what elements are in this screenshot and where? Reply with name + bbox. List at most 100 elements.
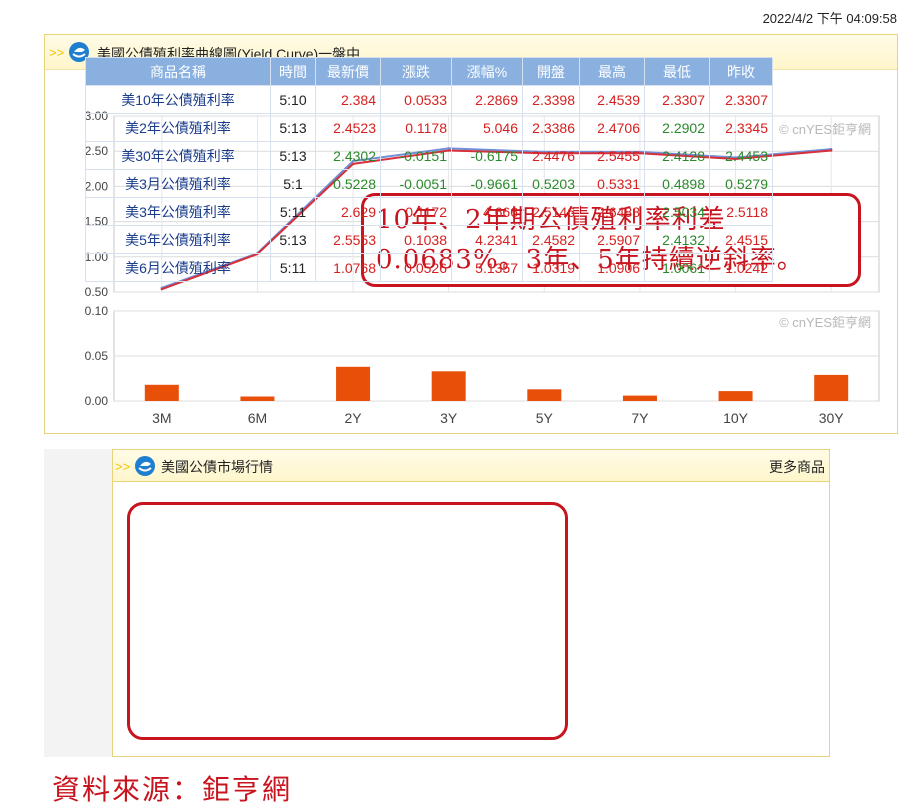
x-tick-label: 7Y bbox=[631, 410, 649, 426]
open-cell: 2.3398 bbox=[522, 85, 580, 114]
time-cell: 5:11 bbox=[270, 197, 316, 226]
table-row[interactable]: 美6月公債殖利率 5:11 1.0768 0.0526 5.1357 1.0319 1.09… bbox=[85, 253, 773, 282]
chg-cell: 0.1178 bbox=[380, 113, 452, 142]
x-tick-label: 30Y bbox=[819, 410, 845, 426]
low-cell: 2.5034 bbox=[644, 197, 710, 226]
table-row[interactable]: 美3年公債殖利率 5:11 2.629 0.1172 4.666 2.5146 2.6488… bbox=[85, 197, 773, 226]
time-cell: 5:13 bbox=[270, 113, 316, 142]
table-row[interactable]: 美10年公債殖利率 5:10 2.384 0.0533 2.2869 2.3398 2.45… bbox=[85, 85, 773, 114]
time-cell: 5:13 bbox=[270, 225, 316, 254]
open-cell: 1.0319 bbox=[522, 253, 580, 282]
more-products-link[interactable]: 更多商品 bbox=[769, 457, 825, 477]
low-cell: 2.3307 bbox=[644, 85, 710, 114]
market-panel-header: >> 美國公債市場行情 更多商品 bbox=[112, 449, 830, 482]
chart-watermark: © cnYES鉅亨網 bbox=[779, 315, 871, 330]
instrument-link[interactable]: 美30年公債殖利率 bbox=[85, 141, 271, 170]
instrument-link[interactable]: 美6月公債殖利率 bbox=[85, 253, 271, 282]
high-cell: 2.4539 bbox=[579, 85, 645, 114]
svg-text:>>: >> bbox=[49, 45, 64, 60]
chg-cell: -0.0151 bbox=[380, 141, 452, 170]
open-cell: 2.3386 bbox=[522, 113, 580, 142]
price-cell: 1.0768 bbox=[315, 253, 381, 282]
price-cell: 0.5228 bbox=[315, 169, 381, 198]
time-cell: 5:11 bbox=[270, 253, 316, 282]
price-cell: 2.4302 bbox=[315, 141, 381, 170]
price-cell: 2.4523 bbox=[315, 113, 381, 142]
yield-point bbox=[829, 149, 833, 152]
spread-bar bbox=[718, 391, 753, 401]
instrument-link[interactable]: 美5年公債殖利率 bbox=[85, 225, 271, 254]
prev-cell: 0.5279 bbox=[709, 169, 773, 198]
high-cell: 2.5907 bbox=[579, 225, 645, 254]
price-cell: 2.629 bbox=[315, 197, 381, 226]
low-cell: 2.4132 bbox=[644, 225, 710, 254]
chg-cell: -0.0051 bbox=[380, 169, 452, 198]
prev-cell: 1.0242 bbox=[709, 253, 773, 282]
table-row[interactable]: 美3月公債殖利率 5:1 0.5228 -0.0051 -0.9661 0.5203 0.5… bbox=[85, 169, 773, 198]
column-header: 商品名稱 bbox=[85, 57, 271, 86]
time-cell: 5:10 bbox=[270, 85, 316, 114]
instrument-link[interactable]: 美10年公債殖利率 bbox=[85, 85, 271, 114]
pct-cell: 5.1357 bbox=[451, 253, 523, 282]
prev-cell: 2.4453 bbox=[709, 141, 773, 170]
chg-cell: 0.0526 bbox=[380, 253, 452, 282]
spread-bar bbox=[240, 396, 275, 401]
column-header: 最高 bbox=[579, 57, 645, 86]
low-cell: 0.4898 bbox=[644, 169, 710, 198]
spread-bar bbox=[814, 374, 849, 401]
x-tick-label: 2Y bbox=[345, 410, 363, 426]
spread-bar bbox=[622, 395, 657, 401]
prev-cell: 2.4515 bbox=[709, 225, 773, 254]
high-cell: 0.5331 bbox=[579, 169, 645, 198]
bar-y-tick-label: 0.00 bbox=[85, 394, 109, 408]
column-header: 時間 bbox=[270, 57, 316, 86]
column-header: 開盤 bbox=[522, 57, 580, 86]
low-cell: 1.0061 bbox=[644, 253, 710, 282]
high-cell: 2.6488 bbox=[579, 197, 645, 226]
market-panel-body bbox=[112, 482, 830, 757]
low-cell: 2.2902 bbox=[644, 113, 710, 142]
spread-bar bbox=[527, 389, 562, 401]
svg-text:>>: >> bbox=[115, 459, 130, 474]
pct-cell: 4.2341 bbox=[451, 225, 523, 254]
chg-cell: 0.1038 bbox=[380, 225, 452, 254]
column-header: 最低 bbox=[644, 57, 710, 86]
spread-bar bbox=[336, 366, 371, 401]
table-row[interactable]: 美30年公債殖利率 5:13 2.4302 -0.0151 -0.6175 2.4476 2… bbox=[85, 141, 773, 170]
timestamp: 2022/4/2 下午 04:09:58 bbox=[762, 11, 897, 26]
table-row[interactable]: 美2年公債殖利率 5:13 2.4523 0.1178 5.046 2.3386 2.470… bbox=[85, 113, 773, 142]
instrument-link[interactable]: 美3年公債殖利率 bbox=[85, 197, 271, 226]
spread-bar bbox=[431, 371, 466, 401]
table-row[interactable]: 美5年公債殖利率 5:13 2.5553 0.1038 4.2341 2.4582 2.59… bbox=[85, 225, 773, 254]
market-panel-title: 美國公債市場行情 bbox=[161, 459, 273, 475]
chg-cell: 0.1172 bbox=[380, 197, 452, 226]
x-tick-label: 5Y bbox=[536, 410, 554, 426]
market-panel: >> 美國公債市場行情 更多商品 bbox=[44, 449, 830, 757]
x-tick-label: 3Y bbox=[440, 410, 458, 426]
column-header: 漲跌 bbox=[380, 57, 452, 86]
quotes-header-row: 商品名稱 時間 最新價 漲跌 漲幅% 開盤 最高 最低 昨收 bbox=[85, 57, 773, 86]
pct-cell: -0.9661 bbox=[451, 169, 523, 198]
prev-cell: 2.3345 bbox=[709, 113, 773, 142]
low-cell: 2.4128 bbox=[644, 141, 710, 170]
pct-cell: 5.046 bbox=[451, 113, 523, 142]
price-cell: 2.5553 bbox=[315, 225, 381, 254]
yield-point bbox=[160, 287, 164, 291]
pct-cell: 4.666 bbox=[451, 197, 523, 226]
column-header: 漲幅% bbox=[451, 57, 523, 86]
quotes-table: 商品名稱 時間 最新價 漲跌 漲幅% 開盤 最高 最低 昨收 美10年公債殖利率 5:10 2.38… bbox=[85, 57, 773, 282]
high-cell: 1.0906 bbox=[579, 253, 645, 282]
cnyes-logo-icon: >> bbox=[115, 456, 155, 476]
open-cell: 0.5203 bbox=[522, 169, 580, 198]
x-tick-label: 3M bbox=[152, 410, 171, 426]
instrument-link[interactable]: 美3月公債殖利率 bbox=[85, 169, 271, 198]
price-cell: 2.384 bbox=[315, 85, 381, 114]
open-cell: 2.5146 bbox=[522, 197, 580, 226]
high-cell: 2.5455 bbox=[579, 141, 645, 170]
high-cell: 2.4706 bbox=[579, 113, 645, 142]
prev-cell: 2.5118 bbox=[709, 197, 773, 226]
time-cell: 5:13 bbox=[270, 141, 316, 170]
column-header: 最新價 bbox=[315, 57, 381, 86]
instrument-link[interactable]: 美2年公債殖利率 bbox=[85, 113, 271, 142]
bar-y-tick-label: 0.10 bbox=[85, 304, 109, 318]
